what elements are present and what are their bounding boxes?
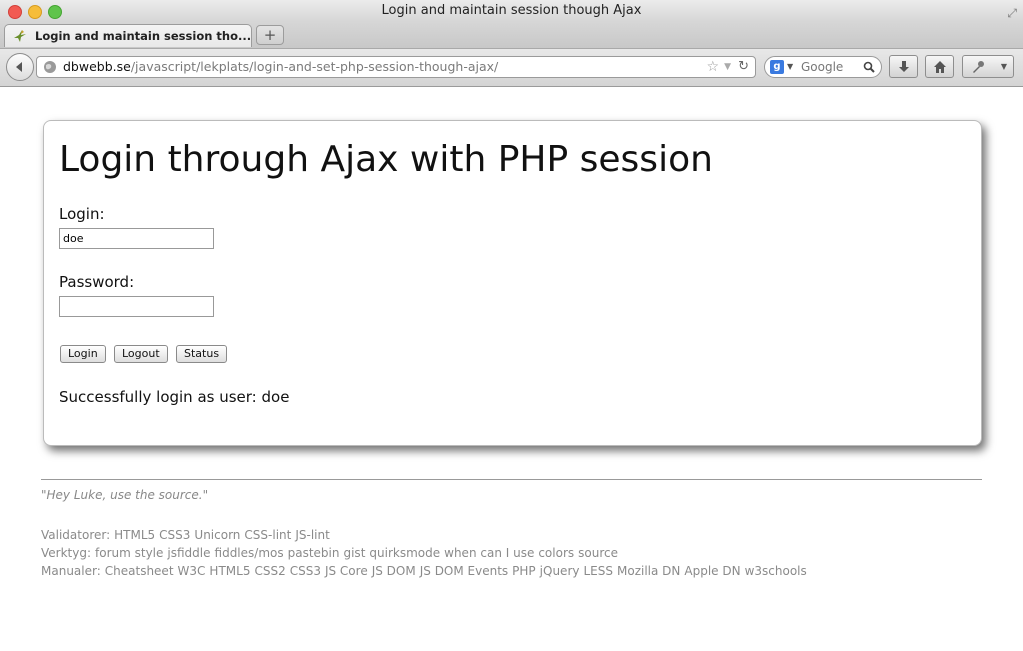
footer-link-tools[interactable]: when can I use (444, 546, 534, 560)
download-button[interactable] (889, 55, 918, 78)
footer-link-manuals[interactable]: Apple DN (684, 564, 740, 578)
footer-link-manuals[interactable]: JS DOM Events (420, 564, 508, 578)
zoom-window-button[interactable] (48, 5, 62, 19)
footer-link-manuals[interactable]: PHP (512, 564, 536, 578)
status-button[interactable]: Status (176, 345, 228, 363)
manuals-row: Manualer: Cheatsheet W3C HTML5 CSS2 CSS3 JS Co… (41, 564, 807, 578)
footer-link-tools[interactable]: quirksmode (369, 546, 440, 560)
engine-dropdown-icon[interactable]: ▼ (787, 57, 793, 77)
download-icon (898, 61, 909, 72)
footer-link-tools[interactable]: jsfiddle (167, 546, 210, 560)
address-bar[interactable]: dbwebb.se/javascript/lekplats/login-and-… (36, 56, 756, 78)
globe-icon (44, 61, 56, 73)
tools-dropdown-icon: ▼ (1000, 62, 1007, 71)
footer-link-validators[interactable]: CSS3 (159, 528, 190, 542)
footer-link-tools[interactable]: source (578, 546, 618, 560)
password-label: Password: (59, 273, 135, 291)
footer-link-validators[interactable]: HTML5 (114, 528, 155, 542)
navigation-toolbar: dbwebb.se/javascript/lekplats/login-and-… (0, 49, 1023, 87)
login-button[interactable]: Login (60, 345, 106, 363)
password-input[interactable] (59, 296, 214, 317)
search-placeholder: Google (801, 60, 844, 74)
status-message: Successfully login as user: doe (59, 388, 290, 406)
footer-link-tools[interactable]: pastebin (288, 546, 340, 560)
tab-label: Login and maintain session tho... (35, 29, 252, 43)
validators-links: HTML5 CSS3 Unicorn CSS-lint JS-lint (110, 528, 330, 542)
footer-divider (41, 479, 982, 480)
footer-link-validators[interactable]: CSS-lint (244, 528, 291, 542)
search-bar[interactable]: g ▼ Google (764, 56, 882, 78)
login-card: Login through Ajax with PHP session Logi… (43, 120, 982, 446)
validators-label: Validatorer: (41, 528, 111, 542)
url-domain: dbwebb.se (63, 59, 131, 74)
url-text: dbwebb.se/javascript/lekplats/login-and-… (63, 57, 498, 77)
home-icon (933, 61, 946, 73)
footer-link-tools[interactable]: fiddles/mos (215, 546, 284, 560)
footer-link-tools[interactable]: gist (343, 546, 365, 560)
fullscreen-icon[interactable]: ⤢ (1007, 2, 1017, 24)
footer-link-validators[interactable]: JS-lint (295, 528, 329, 542)
minimize-window-button[interactable] (28, 5, 42, 19)
new-tab-button[interactable]: + (256, 25, 284, 45)
logout-button[interactable]: Logout (114, 345, 168, 363)
footer-link-tools[interactable]: forum style (95, 546, 163, 560)
footer-quote: "Hey Luke, use the source." (41, 488, 209, 502)
tab-active[interactable]: Login and maintain session tho... (4, 24, 252, 47)
tools-label: Verktyg: (41, 546, 92, 560)
login-label: Login: (59, 205, 105, 223)
window-title: Login and maintain session though Ajax (381, 3, 642, 18)
bookmark-star-icon[interactable]: ☆ (706, 57, 719, 77)
footer-link-manuals[interactable]: Cheatsheet (105, 564, 174, 578)
back-arrow-icon (16, 62, 22, 72)
tools-icon (973, 61, 984, 73)
footer-link-validators[interactable]: Unicorn (194, 528, 240, 542)
tools-links: forum style jsfiddle fiddles/mos pastebin gi… (91, 546, 618, 560)
window-titlebar: Login and maintain session though Ajax ⤢ (0, 0, 1023, 22)
tools-menu-button[interactable]: ▼ (962, 55, 1014, 78)
reload-icon[interactable]: ↻ (738, 57, 749, 77)
page-title: Login through Ajax with PHP session (59, 139, 713, 180)
home-button[interactable] (925, 55, 954, 78)
footer-link-manuals[interactable]: Mozilla DN (617, 564, 680, 578)
footer-link-manuals[interactable]: jQuery (540, 564, 580, 578)
history-dropdown-icon[interactable]: ▼ (724, 57, 731, 77)
manuals-links: Cheatsheet W3C HTML5 CSS2 CSS3 JS Core JS DOM J… (101, 564, 807, 578)
footer-link-manuals[interactable]: CSS2 (254, 564, 285, 578)
footer-link-tools[interactable]: colors (538, 546, 574, 560)
footer-link-manuals[interactable]: JS DOM (372, 564, 416, 578)
footer-link-manuals[interactable]: CSS3 (290, 564, 321, 578)
back-button[interactable] (6, 53, 34, 81)
footer-link-manuals[interactable]: W3C (178, 564, 206, 578)
login-input[interactable] (59, 228, 214, 249)
footer-link-manuals[interactable]: w3schools (745, 564, 807, 578)
manuals-label: Manualer: (41, 564, 101, 578)
validators-row: Validatorer: HTML5 CSS3 Unicorn CSS-lint JS-l… (41, 528, 330, 542)
search-engine-icon[interactable]: g (770, 60, 784, 74)
footer-link-manuals[interactable]: LESS (583, 564, 613, 578)
url-path: /javascript/lekplats/login-and-set-php-s… (130, 59, 499, 74)
footer-link-manuals[interactable]: JS Core (325, 564, 368, 578)
tools-row: Verktyg: forum style jsfiddle fiddles/mos pa… (41, 546, 618, 560)
tab-bar: Login and maintain session tho... + (0, 22, 1023, 49)
close-window-button[interactable] (8, 5, 22, 19)
footer-link-manuals[interactable]: HTML5 (209, 564, 250, 578)
hummingbird-favicon-icon (14, 30, 26, 42)
magnifier-icon[interactable] (863, 61, 875, 73)
